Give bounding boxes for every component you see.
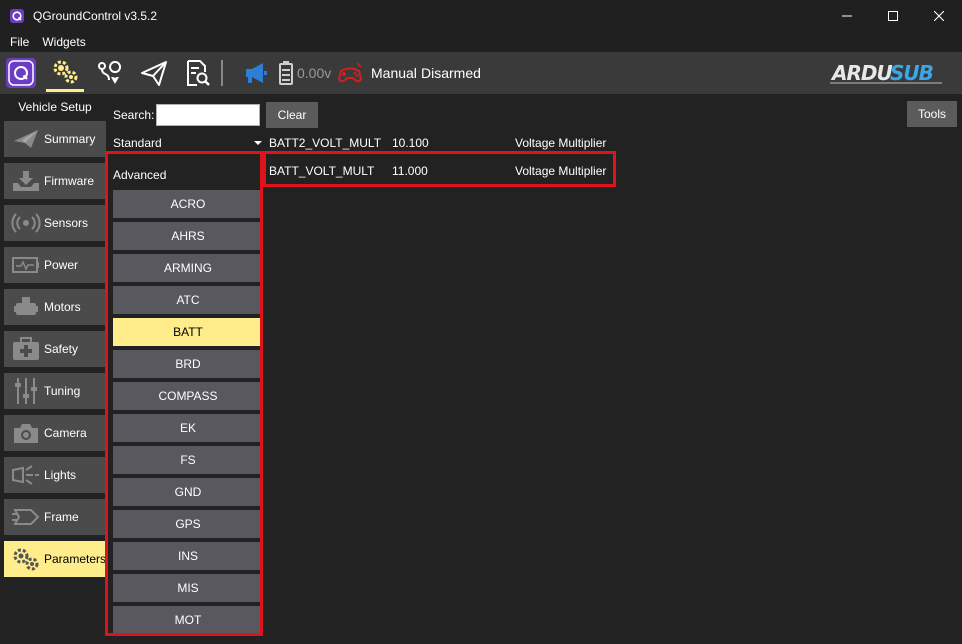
menu-file[interactable]: File — [0, 35, 38, 49]
battery-indicator[interactable] — [277, 54, 295, 92]
parameter-group-combo[interactable]: Standard — [113, 136, 266, 150]
paper-plane-icon — [10, 125, 42, 153]
battery-pulse-icon — [10, 251, 42, 279]
light-icon — [10, 461, 42, 489]
analyze-document-icon — [187, 60, 210, 86]
messages-button[interactable] — [241, 54, 271, 92]
nav-item-frame[interactable]: Frame — [4, 499, 106, 535]
param-value: 10.100 — [392, 136, 429, 150]
window-title: QGroundControl v3.5.2 — [33, 9, 158, 23]
maximize-button[interactable] — [870, 0, 916, 32]
nav-item-parameters[interactable]: Parameters — [4, 541, 106, 577]
qgc-app-icon — [9, 8, 25, 24]
main-toolbar: 0.00v Manual Disarmed ARDU SUB — [0, 52, 962, 94]
param-description: Voltage Multiplier — [515, 136, 607, 150]
svg-text:ARDU: ARDU — [830, 61, 892, 85]
nav-item-motors[interactable]: Motors — [4, 289, 106, 325]
vehicle-setup-button[interactable] — [46, 54, 84, 92]
megaphone-icon — [246, 63, 267, 83]
tools-button[interactable]: Tools — [907, 101, 957, 127]
nav-label: Summary — [44, 132, 96, 146]
nav-label: Frame — [44, 510, 79, 524]
analyze-button[interactable] — [179, 54, 215, 92]
paper-plane-icon — [141, 61, 167, 86]
flight-mode[interactable]: Manual — [371, 65, 417, 81]
first-aid-icon — [10, 335, 42, 363]
toolbar-separator — [221, 60, 223, 86]
nav-item-power[interactable]: Power — [4, 247, 106, 283]
annotation-box-groups — [105, 151, 263, 636]
gears-icon — [10, 545, 42, 573]
battery-icon — [279, 61, 293, 85]
nav-label: Safety — [44, 342, 79, 356]
nav-label: Lights — [44, 468, 77, 482]
nav-item-tuning[interactable]: Tuning — [4, 373, 106, 409]
title-bar: QGroundControl v3.5.2 — [0, 0, 962, 32]
nav-label: Firmware — [44, 174, 94, 188]
nav-item-camera[interactable]: Camera — [4, 415, 106, 451]
nav-label: Parameters — [43, 552, 106, 566]
annotation-box-param — [263, 151, 616, 187]
gears-icon — [53, 60, 78, 83]
motor-icon — [10, 293, 42, 321]
nav-item-firmware[interactable]: Firmware — [4, 163, 106, 199]
nav-item-lights[interactable]: Lights — [4, 457, 106, 493]
radio-waves-icon — [10, 209, 42, 237]
nav-item-summary[interactable]: Summary — [4, 121, 106, 157]
nav-item-safety[interactable]: Safety — [4, 331, 106, 367]
search-input[interactable] — [156, 104, 260, 126]
ardusub-logo-icon: ARDU SUB — [830, 61, 942, 85]
minimize-button[interactable] — [824, 0, 870, 32]
arm-status[interactable]: Disarmed — [421, 65, 481, 81]
nav-label: Sensors — [44, 216, 89, 230]
sliders-icon — [10, 377, 42, 405]
chevron-down-icon[interactable] — [254, 141, 262, 145]
plan-view-button[interactable] — [92, 54, 128, 92]
vehicle-setup-title: Vehicle Setup — [18, 100, 92, 114]
download-icon — [10, 167, 42, 195]
close-button[interactable] — [916, 0, 962, 32]
maximize-icon — [888, 11, 898, 21]
qgc-logo-icon — [6, 58, 36, 88]
nav-label: Camera — [44, 426, 87, 440]
nav-label: Tuning — [44, 384, 81, 398]
qgc-logo-button[interactable] — [5, 56, 37, 90]
search-label: Search: — [113, 108, 155, 122]
frame-icon — [10, 503, 42, 531]
battery-voltage: 0.00v — [297, 65, 332, 81]
gamepad-icon — [337, 62, 363, 83]
clear-button[interactable]: Clear — [266, 102, 318, 128]
minimize-icon — [842, 15, 852, 17]
nav-label: Power — [44, 258, 79, 272]
svg-text:SUB: SUB — [890, 61, 933, 85]
menu-widgets[interactable]: Widgets — [38, 35, 94, 49]
rc-status-button[interactable] — [336, 54, 364, 92]
nav-label: Motors — [44, 300, 81, 314]
nav-item-sensors[interactable]: Sensors — [4, 205, 106, 241]
close-icon — [934, 11, 944, 21]
plan-route-icon — [98, 61, 122, 84]
ardusub-logo: ARDU SUB — [828, 58, 948, 88]
param-name: BATT2_VOLT_MULT — [269, 136, 382, 150]
menu-bar: File Widgets — [0, 32, 962, 52]
camera-icon — [10, 419, 42, 447]
fly-view-button[interactable] — [136, 54, 172, 92]
